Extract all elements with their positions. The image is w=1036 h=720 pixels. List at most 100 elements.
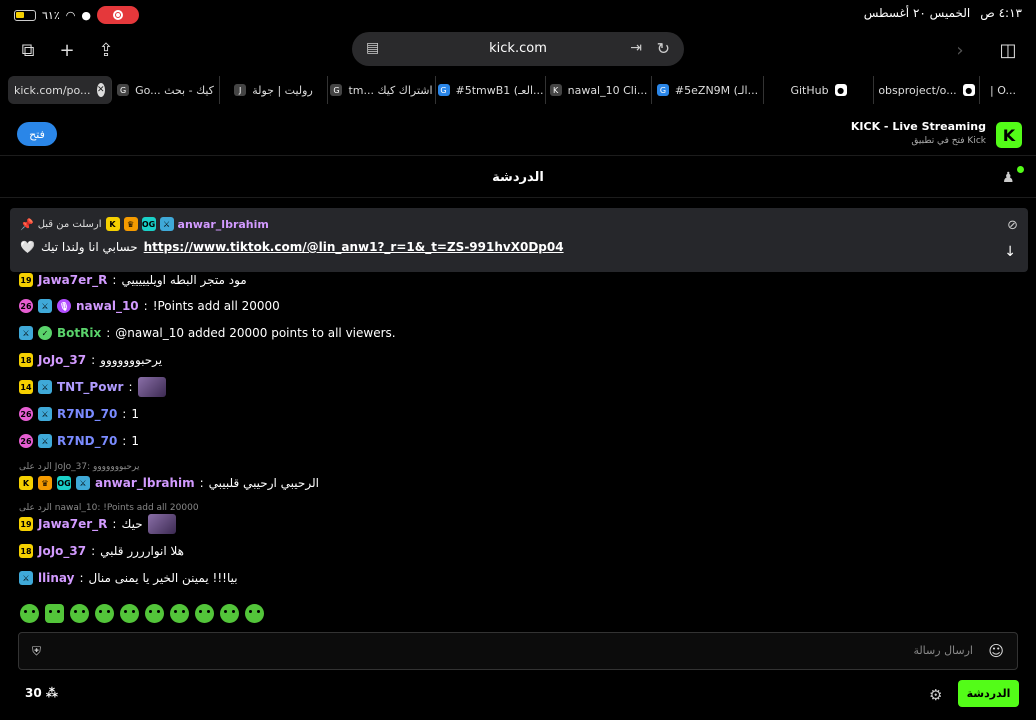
emote-icon[interactable]	[20, 604, 39, 623]
reload-icon[interactable]: ↻	[657, 39, 670, 58]
sword-badge-icon: ⚔	[159, 217, 174, 231]
tab-subscription[interactable]: G tm... اشتراك كيك	[328, 76, 436, 104]
emote-image	[137, 377, 166, 397]
verified-badge-icon: ✓	[38, 326, 52, 340]
pinned-username[interactable]: anwar_lbrahim	[178, 218, 269, 231]
chat-username[interactable]: Jawa7er_R	[38, 273, 107, 287]
chat-message: ⚔ llinay: بيا!!! يمينن الخير يا يمنى منا…	[19, 568, 238, 588]
users-icon[interactable]: ♟	[1002, 166, 1024, 186]
tab-label: kick.com/po...	[14, 83, 91, 97]
sub-badge-icon: 26	[19, 434, 33, 448]
chat-message: 14 ⚔ TNT_Powr:	[19, 377, 166, 397]
emote-image	[147, 514, 176, 534]
extensions-icon[interactable]: ⇥	[630, 40, 642, 56]
chat-username[interactable]: JoJo_37	[38, 544, 86, 558]
arrow-down-icon[interactable]: ↓	[1004, 244, 1016, 260]
browser-toolbar: ⧉ + ⇪ ▤ kick.com ⇥ ↻ › ◫	[0, 30, 1036, 70]
pinned-text: حسابي انا ولندا تيك	[40, 240, 138, 254]
emote-icon[interactable]	[170, 604, 189, 623]
screen-record-indicator[interactable]	[96, 6, 139, 24]
pinned-message: 📌 ارسلت من قبل K ♛ OG ⚔ anwar_lbrahim 🤍 …	[10, 208, 1028, 272]
share-icon[interactable]: ⇪	[92, 36, 120, 64]
chat-message: ⚔ ✓ BotRix: @nawal_10 added 20000 points…	[19, 323, 396, 343]
chat-username[interactable]: TNT_Powr	[57, 380, 123, 394]
chat-message: 26 ⚔ R7ND_70: 1	[19, 407, 139, 421]
chat-username[interactable]: llinay	[38, 571, 74, 585]
emote-icon[interactable]	[195, 604, 214, 623]
tab-label: روليت | جولة	[252, 83, 313, 97]
reply-context[interactable]: الرد على JoJo_37: يرحبووووووو	[19, 462, 139, 472]
battery-icon	[14, 9, 36, 21]
tab-nawal-clip[interactable]: K nawal_10 Cli...	[546, 76, 652, 104]
tab-label: #5tmwB1 (العـ...	[455, 83, 544, 97]
sidebar-icon[interactable]: ◫	[994, 36, 1022, 64]
emote-icon[interactable]	[120, 604, 139, 623]
heart-icon: 🤍	[20, 240, 35, 254]
emote-icon[interactable]	[145, 604, 164, 623]
tab-5ezn9m[interactable]: G #5eZN9M (الـ...	[652, 76, 764, 104]
app-banner: فتح KICK - Live Streaming فتح في تطبيق K…	[0, 112, 1036, 156]
sub-badge-icon: 14	[19, 380, 33, 394]
forward-icon[interactable]: ›	[946, 36, 974, 64]
emote-icon[interactable]	[45, 604, 64, 623]
sub-badge-icon: 19	[19, 273, 33, 287]
tab-github[interactable]: GitHub ●	[764, 76, 874, 104]
emoji-picker-icon[interactable]: ☺	[988, 642, 1004, 660]
chat-username[interactable]: R7ND_70	[57, 434, 117, 448]
chat-text: الرحيبي ارحيبي قلبيبي	[208, 476, 319, 490]
chat-username[interactable]: Jawa7er_R	[38, 517, 107, 531]
app-title: KICK - Live Streaming	[850, 120, 986, 133]
chat-username[interactable]: JoJo_37	[38, 353, 86, 367]
open-app-button[interactable]: فتح	[17, 122, 57, 146]
tab-bar: kick.com/po... ✕ G Go... كيك - بحث J رول…	[0, 76, 1036, 104]
tab-other[interactable]: | O...	[980, 76, 1026, 104]
chat-text: 1	[131, 407, 139, 421]
tab-obsproject[interactable]: obsproject/o... ●	[874, 76, 980, 104]
tab-5tmwb1[interactable]: G #5tmwB1 (العـ...	[436, 76, 546, 104]
emote-icon[interactable]	[220, 604, 239, 623]
pin-icon: 📌	[20, 217, 34, 231]
send-chat-button[interactable]: الدردشة	[958, 680, 1019, 707]
hide-icon[interactable]: ⊘	[1007, 218, 1018, 233]
chat-username[interactable]: BotRix	[57, 326, 101, 340]
sub-badge-icon: 18	[19, 544, 33, 558]
close-icon[interactable]: ✕	[96, 83, 105, 97]
chat-text: هلا انوارررر قلبي	[100, 544, 185, 558]
sub-badge-icon: 18	[19, 353, 33, 367]
chat-username[interactable]: R7ND_70	[57, 407, 117, 421]
channel-points[interactable]: 30 ⁂	[25, 686, 58, 700]
address-bar[interactable]: ▤ kick.com ⇥ ↻	[352, 32, 684, 66]
emote-icon[interactable]	[245, 604, 264, 623]
pinned-link[interactable]: https://www.tiktok.com/@lin_anw1?_r=1&_t…	[144, 240, 564, 254]
pinned-by-label: ارسلت من قبل	[37, 218, 102, 230]
chat-message: K ♛ OG ⚔ anwar_lbrahim: الرحيبي ارحيبي ق…	[19, 473, 319, 493]
sword-badge-icon: ⚔	[38, 434, 52, 448]
app-info: KICK - Live Streaming فتح في تطبيق Kick	[851, 120, 986, 146]
tab-label: nawal_10 Cli...	[567, 83, 648, 97]
reply-context[interactable]: الرد على nawal_10: !Points add all 20000	[19, 503, 199, 513]
tab-label: obsproject/o...	[878, 83, 957, 97]
settings-icon[interactable]: ⚙	[929, 686, 942, 704]
chat-message: 18 JoJo_37: يرحبووووووو	[19, 353, 163, 367]
emote-icon[interactable]	[70, 604, 89, 623]
tab-google[interactable]: G Go... كيك - بحث	[112, 76, 220, 104]
tab-label: GitHub	[790, 83, 829, 97]
kick-logo-icon: K	[996, 122, 1022, 148]
chat-input[interactable]: ⛨ ارسال رسالة ☺	[18, 632, 1018, 670]
chat-message: 26 ⚔ R7ND_70: 1	[19, 434, 139, 448]
shield-icon[interactable]: ⛨	[32, 644, 41, 659]
tab-kick[interactable]: kick.com/po... ✕	[8, 76, 112, 104]
new-tab-icon[interactable]: +	[53, 36, 81, 64]
chat-username[interactable]: anwar_lbrahim	[95, 476, 195, 490]
chat-text: مود متجر البطه اويليييييي	[121, 273, 247, 287]
chat-message: 19 Jawa7er_R: مود متجر البطه اويليييييي	[19, 273, 247, 287]
tab-roulette[interactable]: J روليت | جولة	[220, 76, 328, 104]
emote-icon[interactable]	[95, 604, 114, 623]
chat-username[interactable]: nawal_10	[76, 299, 139, 313]
sword-badge-icon: ⚔	[38, 380, 52, 394]
tabs-overview-icon[interactable]: ⧉	[14, 36, 42, 64]
kick-badge-icon: K	[105, 217, 120, 231]
chat-text: @nawal_10 added 20000 points to all view…	[115, 326, 396, 340]
chat-text: 1	[131, 434, 139, 448]
kick-icon: K	[549, 84, 562, 96]
